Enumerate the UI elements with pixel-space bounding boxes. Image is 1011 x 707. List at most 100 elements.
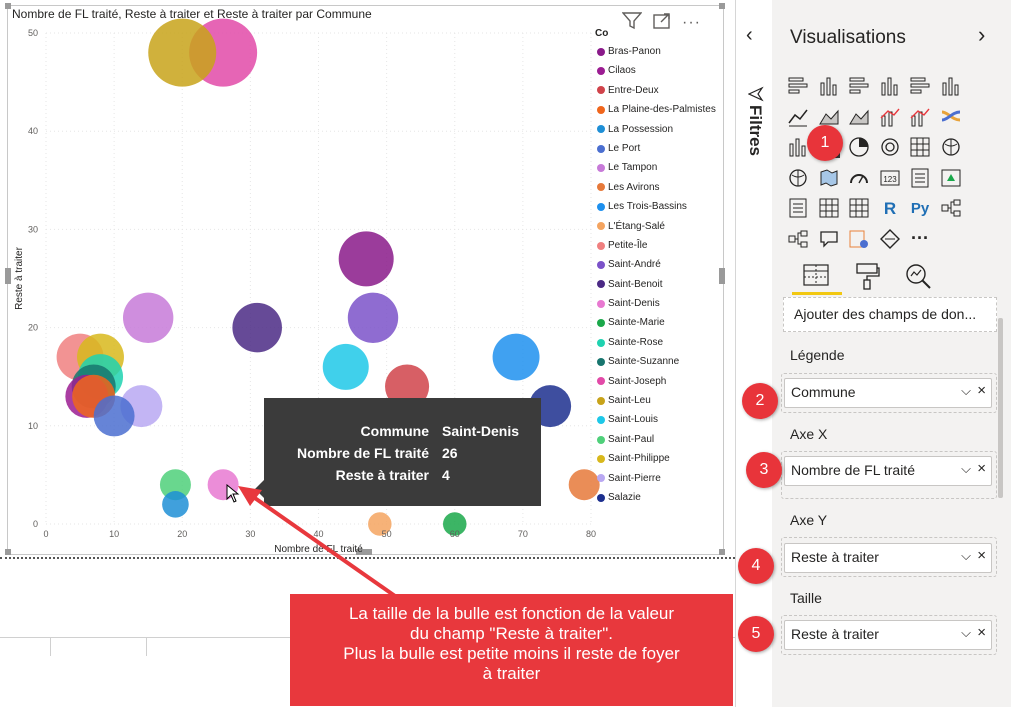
format-tab-icon[interactable] [854, 262, 880, 295]
stacked-column-icon[interactable] [817, 74, 841, 98]
r-visual-icon[interactable]: R [878, 196, 902, 220]
legend-item[interactable]: Sainte-Rose [595, 333, 720, 352]
more-visuals-icon[interactable]: ··· [908, 227, 932, 251]
x-axis-field-pill[interactable]: Nombre de FL traité ⌵ × [784, 456, 992, 486]
ribbon-chart-icon[interactable] [939, 105, 963, 129]
legend-label: La Possession [608, 123, 674, 135]
python-visual-icon[interactable]: Py [908, 196, 932, 220]
legend-item[interactable]: Saint-André [595, 255, 720, 274]
legend-label: Saint-Benoit [608, 278, 663, 290]
kpi-icon[interactable] [939, 166, 963, 190]
multi-row-card-icon[interactable] [908, 166, 932, 190]
legend-item[interactable]: Saint-Joseph [595, 372, 720, 391]
legend-marker [597, 454, 605, 463]
scatter-bubble[interactable] [148, 18, 217, 87]
donut-chart-icon[interactable] [878, 135, 902, 159]
legend-item[interactable]: Saint-Pierre [595, 469, 720, 488]
slicer-icon[interactable] [786, 196, 810, 220]
remove-field-icon[interactable]: × [977, 382, 986, 399]
legend-item[interactable]: La Possession [595, 120, 720, 139]
pie-chart-icon[interactable] [847, 135, 871, 159]
legend-marker [597, 357, 605, 366]
legend-item[interactable]: Sainte-Suzanne [595, 352, 720, 371]
analytics-tab-icon[interactable] [904, 262, 932, 295]
stacked-area-icon[interactable] [847, 105, 871, 129]
card-icon[interactable]: 123 [878, 166, 902, 190]
tooltip-value: 26 [442, 445, 458, 461]
legend-item[interactable]: Bras-Panon [595, 42, 720, 61]
legend-marker [597, 183, 605, 192]
scatter-bubble[interactable] [232, 302, 282, 353]
scatter-bubble[interactable] [322, 343, 369, 390]
100-column-icon[interactable] [939, 74, 963, 98]
legend-item[interactable]: Le Tampon [595, 158, 720, 177]
gauge-icon[interactable] [847, 166, 871, 190]
line-clustered-icon[interactable] [908, 105, 932, 129]
remove-field-icon[interactable]: × [977, 460, 986, 477]
chevron-down-icon[interactable]: ⌵ [961, 383, 971, 399]
chevron-right-icon[interactable]: › [978, 22, 985, 48]
fields-tab-icon[interactable] [802, 262, 830, 293]
legend-item[interactable]: Saint-Paul [595, 430, 720, 449]
scatter-bubble[interactable] [347, 292, 399, 343]
legend: Commune Bras-Panon Cilaos Entre-Deux La Pla… [595, 26, 720, 507]
matrix-icon[interactable] [847, 196, 871, 220]
legend-item[interactable]: Le Port [595, 139, 720, 158]
y-axis-field-pill[interactable]: Reste à traiter ⌵ × [784, 543, 992, 573]
scatter-bubble[interactable] [162, 491, 189, 518]
legend-label: Saint-André [608, 259, 661, 271]
globe-map-icon[interactable] [786, 166, 810, 190]
scatter-bubble[interactable] [338, 231, 394, 287]
svg-text:123: 123 [883, 175, 897, 184]
table-icon[interactable] [817, 196, 841, 220]
pane-scrollbar[interactable] [998, 318, 1003, 498]
scatter-bubble[interactable] [492, 333, 540, 381]
stacked-bar-icon[interactable] [786, 74, 810, 98]
filled-map-icon[interactable] [817, 166, 841, 190]
chevron-down-icon[interactable]: ⌵ [961, 625, 971, 641]
legend-item[interactable]: Les Trois-Bassins [595, 197, 720, 216]
filters-label[interactable]: Filtres [745, 105, 765, 156]
size-field-value: Reste à traiter [791, 626, 879, 642]
legend-item[interactable]: Saint-Leu [595, 391, 720, 410]
scatter-bubble[interactable] [93, 395, 135, 437]
legend-label: Les Trois-Bassins [608, 201, 687, 213]
size-field-pill[interactable]: Reste à traiter ⌵ × [784, 620, 992, 650]
visualisations-title: Visualisations [790, 27, 906, 48]
chevron-down-icon[interactable]: ⌵ [961, 548, 971, 564]
smart-narrative-icon[interactable] [847, 227, 871, 251]
legend-item[interactable]: Salazie [595, 488, 720, 507]
chevron-down-icon[interactable]: ⌵ [961, 461, 971, 477]
remove-field-icon[interactable]: × [977, 624, 986, 641]
remove-field-icon[interactable]: × [977, 547, 986, 564]
chevron-left-icon[interactable]: ‹ [746, 24, 753, 47]
line-chart-icon[interactable] [786, 105, 810, 129]
legend-label: Saint-Paul [608, 433, 655, 445]
legend-item[interactable]: Saint-Denis [595, 294, 720, 313]
legend-item[interactable]: Saint-Philippe [595, 449, 720, 468]
clustered-bar-icon[interactable] [847, 74, 871, 98]
legend-item[interactable]: Sainte-Marie [595, 313, 720, 332]
100-bar-icon[interactable] [908, 74, 932, 98]
legend-item[interactable]: Saint-Louis [595, 410, 720, 429]
y-tick-label: 0 [33, 519, 38, 529]
legend-item[interactable]: Petite-Île [595, 236, 720, 255]
legend-item[interactable]: Entre-Deux [595, 81, 720, 100]
power-apps-icon[interactable] [878, 227, 902, 251]
legend-item[interactable]: La Plaine-des-Palmistes [595, 100, 720, 119]
legend-item[interactable]: Les Avirons [595, 178, 720, 197]
treemap-icon[interactable] [908, 135, 932, 159]
y-axis-well-label: Axe Y [790, 512, 828, 528]
line-column-icon[interactable] [878, 105, 902, 129]
key-influencers-icon[interactable] [939, 196, 963, 220]
legend-item[interactable]: L'Étang-Salé [595, 217, 720, 236]
map-icon[interactable] [939, 135, 963, 159]
scatter-bubble[interactable] [122, 292, 174, 343]
legend-item[interactable]: Saint-Benoit [595, 275, 720, 294]
legend-field-pill[interactable]: Commune ⌵ × [784, 378, 992, 408]
clustered-column-icon[interactable] [878, 74, 902, 98]
add-data-fields-well[interactable]: Ajouter des champs de don... [783, 297, 997, 332]
decomposition-tree-icon[interactable] [786, 227, 810, 251]
legend-item[interactable]: Cilaos [595, 61, 720, 80]
qa-icon[interactable] [817, 227, 841, 251]
